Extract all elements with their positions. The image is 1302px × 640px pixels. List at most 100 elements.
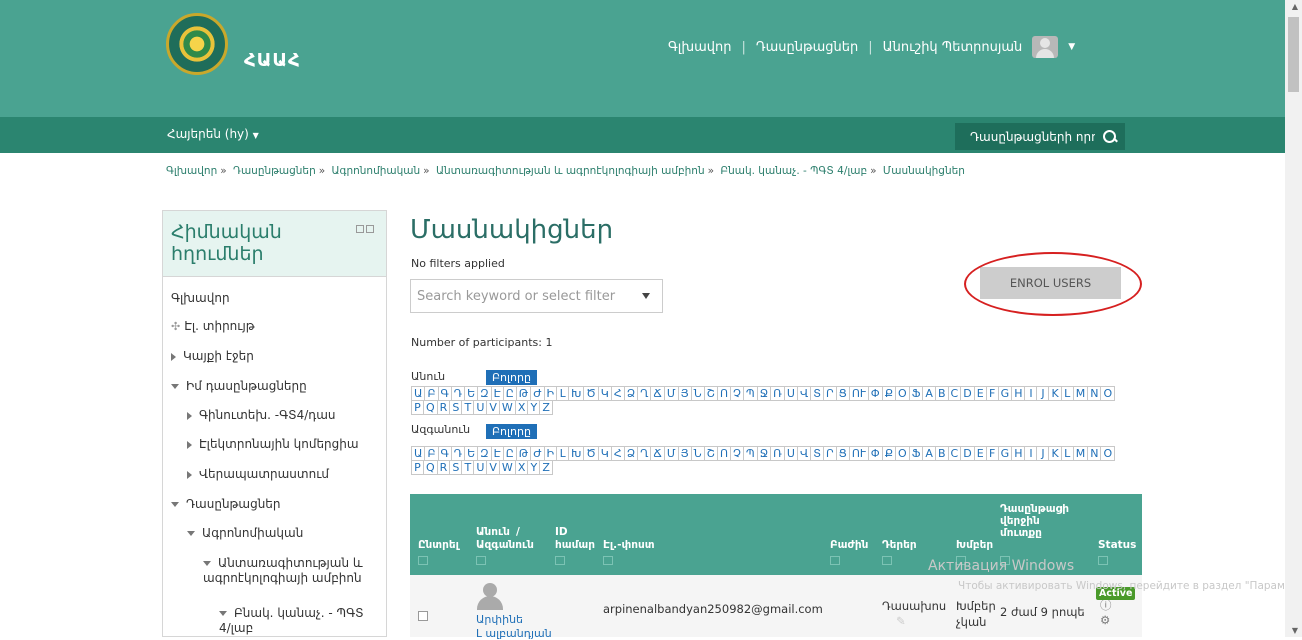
letter-filter-link[interactable]: C (947, 386, 962, 401)
letter-filter-link[interactable]: Զ (477, 386, 492, 401)
col-firstname[interactable]: Անուն (476, 526, 510, 538)
letter-filter-link[interactable]: Ե (464, 386, 479, 401)
letter-filter-link[interactable]: Ե (464, 446, 479, 461)
chevron-down-icon[interactable]: ▼ (1068, 42, 1075, 52)
letter-filter-link[interactable]: Ս (783, 446, 798, 461)
letter-filter-link[interactable]: M (1072, 386, 1089, 401)
letter-filter-link[interactable]: Ա (411, 446, 426, 461)
sidebar-item-course[interactable]: Գինուտեխ. -ԳՏ4/դաս (187, 408, 336, 422)
letter-filter-link[interactable]: A (922, 446, 936, 461)
letter-filter-link[interactable]: Q (423, 460, 438, 475)
breadcrumb-item[interactable]: Ագրոնոմիական (332, 165, 421, 177)
letter-filter-link[interactable]: Յ (677, 446, 692, 461)
letter-filter-link[interactable]: Խ (568, 446, 585, 461)
language-selector[interactable]: Հայերեն (hy) ▼ (167, 127, 259, 141)
sidebar-item-department[interactable]: Անտառագիտության և ագրոէկոլոգիայի ամբիոն (203, 556, 373, 586)
letter-filter-link[interactable]: Z (539, 400, 553, 415)
letter-filter-link[interactable]: Q (423, 400, 438, 415)
letter-filter-link[interactable]: Բ (424, 386, 439, 401)
letter-filter-link[interactable]: Z (539, 460, 553, 475)
letter-filter-link[interactable]: Բ (424, 446, 439, 461)
letter-filter-link[interactable]: Մ (663, 386, 679, 401)
letter-filter-link[interactable]: G (997, 446, 1013, 461)
scroll-up-icon[interactable]: ▲ (1292, 2, 1298, 11)
letter-filter-link[interactable]: Խ (568, 386, 585, 401)
letter-filter-link[interactable]: Գ (437, 446, 452, 461)
letter-filter-link[interactable]: R (436, 400, 451, 415)
user-avatar-icon[interactable] (476, 583, 504, 610)
letter-filter-link[interactable]: V (486, 400, 500, 415)
course-search-button[interactable]: Դասընթացների որո (955, 123, 1125, 150)
letter-filter-link[interactable]: R (436, 460, 451, 475)
sort-icon[interactable] (830, 556, 840, 565)
letter-filter-link[interactable]: V (486, 460, 500, 475)
nav-home[interactable]: Գլխավոր (668, 40, 731, 55)
letter-filter-link[interactable]: Մ (663, 446, 679, 461)
letter-filter-link[interactable]: Վ (796, 386, 812, 401)
letter-filter-link[interactable]: Ա (411, 386, 426, 401)
university-logo[interactable] (166, 13, 228, 75)
letter-filter-link[interactable]: Շ (703, 386, 718, 401)
sort-icon[interactable] (603, 556, 613, 565)
sidebar-item-pages[interactable]: Կայքի էջեր (171, 349, 254, 363)
letter-filter-link[interactable]: Փ (867, 386, 883, 401)
letter-filter-link[interactable]: Տ (810, 446, 824, 461)
letter-filter-link[interactable]: Ն (690, 446, 705, 461)
vertical-scrollbar[interactable]: ▲ ▼ (1285, 0, 1302, 637)
letter-filter-link[interactable]: C (947, 446, 962, 461)
letter-filter-link[interactable]: Կ (597, 386, 612, 401)
letter-filter-link[interactable]: Ո (716, 446, 732, 461)
letter-filter-link[interactable]: Թ (515, 446, 532, 461)
user-name-link[interactable]: Արփինե (476, 613, 523, 626)
letter-filter-link[interactable]: Զ (477, 446, 492, 461)
letter-filter-link[interactable]: ՈՒ (848, 446, 869, 461)
letter-filter-link[interactable]: Ը (502, 446, 517, 461)
breadcrumb-item[interactable]: Անտառագիտության և ագրոէկոլոգիայի ամբիոն (436, 165, 705, 177)
letter-filter-link[interactable]: M (1072, 446, 1089, 461)
letter-filter-link[interactable]: Ղ (637, 386, 652, 401)
col-email[interactable]: Էլ.-փոստ (603, 539, 655, 551)
letter-filter-link[interactable]: Չ (730, 386, 744, 401)
col-department[interactable]: Բաժին (830, 539, 868, 551)
col-last-access-1[interactable]: Դասընթացի (1000, 503, 1069, 515)
letter-filter-link[interactable]: Ռ (770, 446, 785, 461)
letter-filter-link[interactable]: U (473, 460, 488, 475)
sidebar-item-faculty[interactable]: Ագրոնոմիական (187, 526, 303, 540)
letter-filter-link[interactable]: Պ (742, 386, 758, 401)
letter-filter-link[interactable]: Ս (783, 386, 798, 401)
row-select-checkbox[interactable] (418, 611, 428, 621)
lastname-all-button[interactable]: Բոլորը (486, 424, 537, 439)
breadcrumb-item[interactable]: Գլխավոր (166, 165, 217, 177)
breadcrumb-item[interactable]: Դասընթացներ (233, 165, 316, 177)
letter-filter-link[interactable]: Ց (835, 446, 850, 461)
letter-filter-link[interactable]: Ժ (530, 446, 545, 461)
letter-filter-link[interactable]: A (922, 386, 936, 401)
letter-filter-link[interactable]: Օ (895, 386, 910, 401)
col-last-access-2[interactable]: վերջին (1000, 515, 1040, 527)
letter-filter-link[interactable]: Յ (677, 386, 692, 401)
firstname-all-button[interactable]: Բոլորը (486, 370, 537, 385)
letter-filter-link[interactable]: W (498, 460, 516, 475)
sidebar-item-site[interactable]: ✣ Էլ. տիրույթ (171, 319, 255, 333)
letter-filter-link[interactable]: N (1087, 386, 1102, 401)
letter-filter-link[interactable]: Ն (690, 386, 705, 401)
letter-filter-link[interactable]: Ո (716, 386, 732, 401)
sidebar-item-home[interactable]: Գլխավոր (171, 291, 230, 305)
sidebar-item-my-courses[interactable]: Իմ դասընթացները (171, 379, 307, 393)
nav-courses[interactable]: Դասընթացներ (756, 40, 858, 55)
search-filter-select[interactable]: Search keyword or select filter (410, 279, 663, 313)
letter-filter-link[interactable]: Ք (881, 446, 897, 461)
col-lastname[interactable]: Ազգանուն (476, 539, 534, 551)
scrollbar-thumb[interactable] (1288, 17, 1299, 92)
col-last-access-3[interactable]: մուտքը (1000, 527, 1042, 539)
gear-icon[interactable]: ⚙ (1100, 613, 1110, 627)
letter-filter-link[interactable]: Ֆ (908, 386, 924, 401)
letter-filter-link[interactable]: B (934, 446, 949, 461)
letter-filter-link[interactable]: Ծ (583, 386, 599, 401)
letter-filter-link[interactable]: Ջ (756, 386, 772, 401)
letter-filter-link[interactable]: Ի (543, 446, 558, 461)
letter-filter-link[interactable]: Ր (823, 446, 837, 461)
letter-filter-link[interactable]: Ք (881, 386, 897, 401)
letter-filter-link[interactable]: Ր (823, 386, 837, 401)
letter-filter-link[interactable]: Ը (502, 386, 517, 401)
